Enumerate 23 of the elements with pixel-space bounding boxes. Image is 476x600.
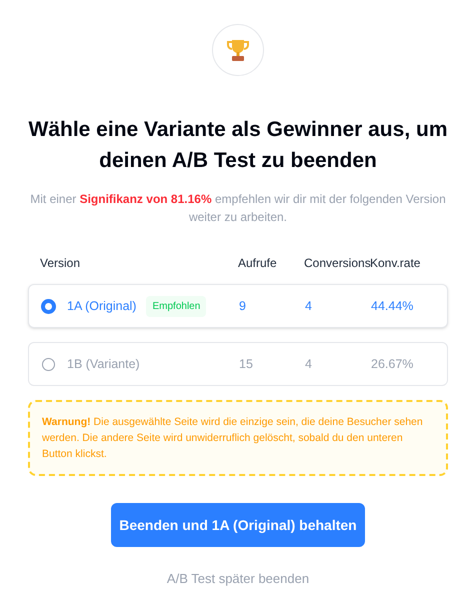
warning-box: Warnung! Die ausgewählte Seite wird die einzige sein, die deine Besucher sehen werden. Die andere Seite wird unwiderruflich gelöscht, sobald du den unteren Button klickst.: [28, 400, 448, 476]
views-cell-text: 15: [239, 356, 253, 373]
version-name: 1B (Variante): [67, 356, 140, 373]
conversions-cell-text: 4: [305, 356, 312, 373]
rate-cell-text: 44.44%: [371, 298, 414, 315]
recommended-badge: Empfohlen: [146, 296, 206, 316]
column-header: Version: [40, 255, 80, 272]
radio-button[interactable]: [42, 300, 55, 312]
conversions-cell-text: 4: [305, 298, 312, 315]
column-header: Konv.rate: [370, 255, 420, 272]
trophy-icon: [225, 37, 251, 63]
later-link[interactable]: A/B Test später beenden: [166, 569, 310, 588]
end-test-button[interactable]: Beenden und 1A (Original) behalten: [111, 503, 365, 547]
views-cell-text: 9: [239, 298, 246, 315]
version-name: 1A (Original): [67, 298, 136, 315]
version-row[interactable]: 1B (Variante) 15 4 26.67%: [28, 342, 448, 386]
rate-cell-text: 26.67%: [371, 356, 414, 373]
subtitle: Mit einer Signifikanz von 81.16% empfehlen wir dir mit der folgenden Version weiter zu arbeiten.: [29, 191, 447, 226]
version-row[interactable]: 1A (Original) Empfohlen 9 4 44.44%: [28, 284, 448, 328]
column-header: Aufrufe: [238, 255, 277, 272]
radio-button[interactable]: [42, 358, 55, 370]
column-header: Conversions: [304, 255, 371, 272]
heading: Wähle eine Variante als Gewinner aus, um deinen A/B Test zu beenden: [28, 117, 448, 174]
